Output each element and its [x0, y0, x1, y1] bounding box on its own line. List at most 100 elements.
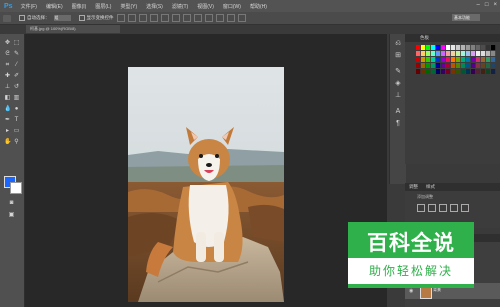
color-swatch[interactable] — [416, 63, 421, 68]
color-swatch[interactable] — [426, 69, 431, 74]
align-center-icon[interactable] — [160, 14, 169, 22]
color-swatch[interactable] — [446, 45, 451, 50]
crop-tool-icon[interactable]: ⌗ — [4, 62, 11, 69]
color-swatch[interactable] — [431, 57, 436, 62]
brush-tool-icon[interactable]: ✐ — [13, 73, 20, 80]
exposure-icon[interactable] — [450, 204, 458, 212]
color-swatch[interactable] — [476, 63, 481, 68]
color-swatch[interactable] — [441, 69, 446, 74]
move-tool-preset[interactable] — [3, 14, 11, 22]
color-swatch[interactable] — [431, 63, 436, 68]
color-swatch[interactable] — [471, 63, 476, 68]
color-swatch[interactable] — [481, 45, 486, 50]
distribute-bottom-icon[interactable] — [204, 14, 213, 22]
color-swatch[interactable] — [446, 69, 451, 74]
color-swatch[interactable] — [491, 45, 496, 50]
color-swatch[interactable] — [456, 69, 461, 74]
align-left-icon[interactable] — [149, 14, 158, 22]
gradient-tool-icon[interactable]: ▥ — [13, 95, 20, 102]
color-swatch[interactable] — [451, 51, 456, 56]
color-swatch[interactable] — [481, 51, 486, 56]
history-brush-tool-icon[interactable]: ↺ — [13, 84, 20, 91]
color-swatch[interactable] — [421, 45, 426, 50]
color-swatch[interactable] — [451, 57, 456, 62]
adjustments-tab[interactable]: 调整 — [405, 183, 422, 191]
color-swatch[interactable] — [491, 69, 496, 74]
color-swatch[interactable] — [466, 51, 471, 56]
screen-mode-icon[interactable]: ▣ — [8, 212, 15, 219]
brightness-icon[interactable] — [417, 204, 425, 212]
color-swatch[interactable] — [441, 57, 446, 62]
color-swatch[interactable] — [416, 69, 421, 74]
history-panel-icon[interactable]: ⎌ — [394, 40, 402, 48]
menu-filter[interactable]: 滤镜(T) — [172, 3, 188, 10]
show-transform-checkbox[interactable] — [78, 15, 85, 21]
color-swatch[interactable] — [446, 51, 451, 56]
visibility-eye-icon[interactable]: ◉ — [409, 288, 413, 294]
color-swatch[interactable] — [491, 57, 496, 62]
distribute-left-icon[interactable] — [215, 14, 224, 22]
menu-type[interactable]: 类型(Y) — [120, 3, 137, 10]
color-swatch[interactable] — [456, 51, 461, 56]
blur-tool-icon[interactable]: 💧 — [4, 106, 11, 113]
brush-panel-icon[interactable]: ✎ — [394, 68, 402, 76]
color-swatch[interactable] — [416, 57, 421, 62]
close-button[interactable]: × — [493, 2, 497, 8]
color-swatch[interactable] — [466, 69, 471, 74]
align-top-icon[interactable] — [116, 14, 125, 22]
color-swatch[interactable] — [436, 51, 441, 56]
color-swatch[interactable] — [436, 63, 441, 68]
color-swatch[interactable] — [476, 69, 481, 74]
menu-view[interactable]: 视图(V) — [197, 3, 214, 10]
color-swatch[interactable] — [486, 45, 491, 50]
color-swatch[interactable] — [456, 57, 461, 62]
color-swatch[interactable] — [441, 51, 446, 56]
color-swatch[interactable] — [481, 63, 486, 68]
move-tool-icon[interactable]: ✥ — [4, 40, 11, 47]
distribute-middle-icon[interactable] — [193, 14, 202, 22]
menu-layer[interactable]: 图层(L) — [95, 3, 111, 10]
clone-stamp-tool-icon[interactable]: ⊥ — [4, 84, 11, 91]
color-swatch[interactable] — [471, 69, 476, 74]
color-swatch[interactable] — [461, 45, 466, 50]
menu-image[interactable]: 图像(I) — [72, 3, 87, 10]
menu-window[interactable]: 窗口(W) — [223, 3, 241, 10]
color-swatch[interactable] — [476, 45, 481, 50]
menu-select[interactable]: 选择(S) — [146, 3, 163, 10]
align-middle-icon[interactable] — [127, 14, 136, 22]
color-swatch[interactable] — [426, 63, 431, 68]
styles-tab[interactable]: 样式 — [422, 183, 439, 191]
color-swatch[interactable] — [461, 57, 466, 62]
paragraph-panel-icon[interactable]: ¶ — [394, 120, 402, 128]
color-swatch[interactable] — [446, 57, 451, 62]
color-swatch[interactable] — [426, 57, 431, 62]
levels-icon[interactable] — [428, 204, 436, 212]
distribute-right-icon[interactable] — [237, 14, 246, 22]
healing-tool-icon[interactable]: ✚ — [4, 73, 11, 80]
character-panel-icon[interactable]: A — [394, 108, 402, 116]
color-swatch[interactable] — [481, 57, 486, 62]
path-select-tool-icon[interactable]: ▸ — [4, 128, 11, 135]
color-swatch[interactable] — [466, 63, 471, 68]
align-bottom-icon[interactable] — [138, 14, 147, 22]
color-swatch[interactable] — [451, 69, 456, 74]
menu-edit[interactable]: 编辑(E) — [46, 3, 63, 10]
swatches-tab[interactable]: 色板 — [420, 35, 429, 40]
auto-select-dropdown[interactable]: 组 — [53, 15, 71, 21]
quick-select-tool-icon[interactable]: ✎ — [13, 51, 20, 58]
color-swatch[interactable] — [476, 57, 481, 62]
color-swatch[interactable] — [416, 51, 421, 56]
color-swatch[interactable] — [441, 45, 446, 50]
color-swatch[interactable] — [431, 51, 436, 56]
brush-presets-icon[interactable]: ◈ — [394, 80, 402, 88]
color-swatch[interactable] — [476, 51, 481, 56]
color-swatch[interactable] — [471, 45, 476, 50]
color-swatch[interactable] — [471, 51, 476, 56]
document-image[interactable] — [128, 67, 284, 302]
color-swatch[interactable] — [456, 63, 461, 68]
type-tool-icon[interactable]: T — [13, 117, 20, 124]
color-swatch[interactable] — [426, 45, 431, 50]
color-swatch[interactable] — [451, 45, 456, 50]
color-swatch[interactable] — [491, 63, 496, 68]
align-right-icon[interactable] — [171, 14, 180, 22]
